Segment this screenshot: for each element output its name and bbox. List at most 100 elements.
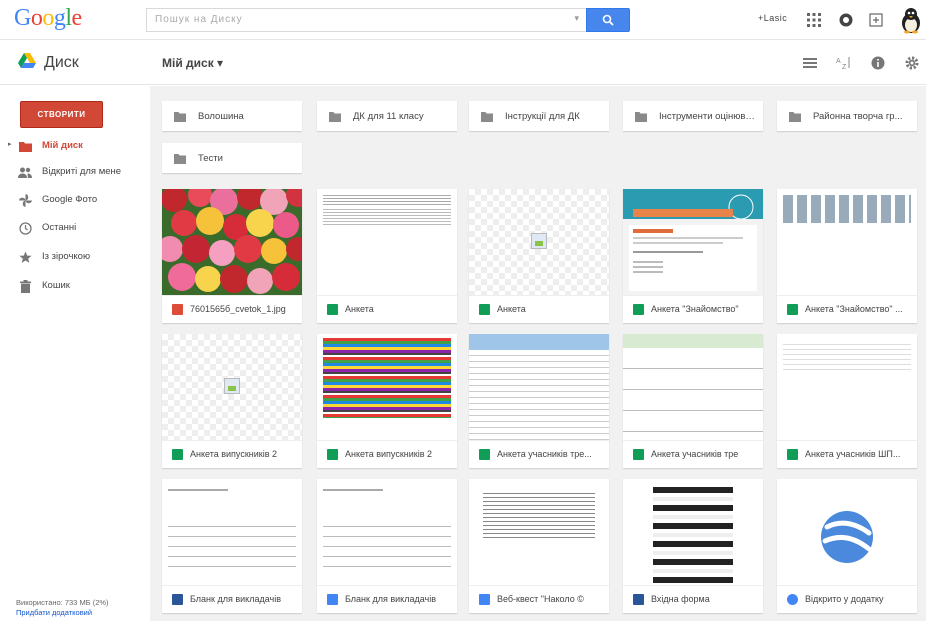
- image-file-icon: [172, 304, 183, 315]
- file-card[interactable]: Вхідна форма: [623, 479, 763, 613]
- spreadsheet-file-icon: [787, 449, 798, 460]
- doc-file-icon: [327, 594, 338, 605]
- word-file-icon: [172, 594, 183, 605]
- file-footer: Анкета випускників 2: [162, 440, 302, 468]
- folder-item[interactable]: Інструкції для ДК: [469, 101, 609, 131]
- file-footer: Анкета учасників ШП...: [777, 440, 917, 468]
- sidebar-item-trash[interactable]: Кошик: [0, 275, 150, 297]
- folder-item[interactable]: Тести: [162, 143, 302, 173]
- folder-icon: [481, 112, 493, 125]
- file-card[interactable]: 7601565б_cvetok_1.jpg: [162, 189, 302, 323]
- search-button[interactable]: [586, 8, 630, 32]
- file-thumbnail: [162, 334, 302, 440]
- file-thumbnail: [777, 334, 917, 440]
- folder-icon: [174, 112, 186, 125]
- file-footer: Анкета випускників 2: [317, 440, 457, 468]
- sidebar-item-recent[interactable]: Останні: [0, 217, 150, 239]
- drive-toolbar: Диск Мій диск ▾ AZ: [0, 41, 926, 85]
- user-name-link[interactable]: +Lasic: [758, 13, 787, 23]
- file-thumbnail: [317, 334, 457, 440]
- expand-arrow-icon[interactable]: ▸: [8, 140, 12, 148]
- file-card[interactable]: Анкета: [317, 189, 457, 323]
- people-icon: [18, 165, 32, 179]
- folder-icon: [635, 112, 647, 125]
- buy-storage-link[interactable]: Придбати додатковий: [16, 608, 109, 618]
- search-icon: [602, 14, 614, 26]
- file-footer: Вхідна форма: [623, 585, 763, 613]
- file-footer: Анкета "Знайомство" ...: [777, 295, 917, 323]
- file-thumbnail: [777, 189, 917, 295]
- folder-item[interactable]: Інструменти оцінювання: [623, 101, 763, 131]
- file-footer: Анкета учасників тре: [623, 440, 763, 468]
- file-card[interactable]: Анкета випускників 2: [317, 334, 457, 468]
- file-thumbnail: [317, 479, 457, 585]
- folder-icon: [329, 112, 341, 125]
- google-earth-icon: [821, 511, 873, 563]
- trash-icon: [18, 279, 32, 293]
- word-file-icon: [633, 594, 644, 605]
- broken-image-icon: [531, 233, 547, 249]
- file-thumbnail: [469, 334, 609, 440]
- sidebar-item-starred[interactable]: Із зірочкою: [0, 246, 150, 268]
- doc-file-icon: [479, 594, 490, 605]
- breadcrumb-my-drive[interactable]: Мій диск ▾: [162, 56, 223, 70]
- file-thumbnail: [777, 479, 917, 585]
- file-card[interactable]: Відкрито у додатку: [777, 479, 917, 613]
- drive-logo-icon[interactable]: [18, 53, 36, 74]
- file-card[interactable]: Анкета "Знайомство" ...: [777, 189, 917, 323]
- file-card[interactable]: Веб-квест "Наколо ©: [469, 479, 609, 613]
- broken-image-icon: [224, 378, 240, 394]
- file-card[interactable]: Анкета "Знайомство": [623, 189, 763, 323]
- app-title[interactable]: Диск: [44, 54, 79, 72]
- folder-icon: [174, 154, 186, 167]
- settings-gear-icon[interactable]: [902, 53, 922, 73]
- file-thumbnail: [623, 189, 763, 295]
- file-thumbnail: [469, 479, 609, 585]
- folder-item[interactable]: Волошина: [162, 101, 302, 131]
- file-card[interactable]: Бланк для викладачів: [317, 479, 457, 613]
- sidebar-item-google-photos[interactable]: Google Фото: [0, 189, 150, 211]
- search-placeholder: Пошук на Диску: [155, 14, 243, 25]
- file-footer: Анкета: [317, 295, 457, 323]
- spreadsheet-file-icon: [327, 304, 338, 315]
- sidebar-item-my-drive[interactable]: ▸ Мій диск: [0, 135, 150, 157]
- search-input[interactable]: Пошук на Диску ▾: [146, 8, 586, 32]
- file-grid: Волошина ДК для 11 класу Інструкції для …: [150, 86, 926, 621]
- file-footer: Анкета "Знайомство": [623, 295, 763, 323]
- apps-grid-icon[interactable]: [804, 10, 824, 30]
- share-plus-icon[interactable]: [866, 10, 886, 30]
- file-footer: 7601565б_cvetok_1.jpg: [162, 295, 302, 323]
- folder-icon: [789, 112, 801, 125]
- file-footer: Анкета: [469, 295, 609, 323]
- star-icon: [18, 250, 32, 264]
- file-thumbnail: [162, 479, 302, 585]
- file-card[interactable]: Анкета учасників ШП...: [777, 334, 917, 468]
- file-card[interactable]: Анкета учасників тре...: [469, 334, 609, 468]
- earth-file-icon: [787, 594, 798, 605]
- file-thumbnail: [623, 479, 763, 585]
- search-options-icon[interactable]: ▾: [574, 13, 580, 24]
- form-file-icon: [633, 304, 644, 315]
- sidebar: СТВОРИТИ ▸ Мій диск Відкриті для мене Go…: [0, 86, 150, 621]
- file-footer: Анкета учасників тре...: [469, 440, 609, 468]
- spreadsheet-file-icon: [787, 304, 798, 315]
- folder-item[interactable]: Районна творча гр...: [777, 101, 917, 131]
- file-card[interactable]: Анкета учасників тре: [623, 334, 763, 468]
- file-card[interactable]: Анкета: [469, 189, 609, 323]
- notifications-icon[interactable]: [836, 10, 856, 30]
- file-footer: Бланк для викладачів: [162, 585, 302, 613]
- file-card[interactable]: Анкета випускників 2: [162, 334, 302, 468]
- spreadsheet-file-icon: [327, 449, 338, 460]
- file-footer: Відкрито у додатку: [777, 585, 917, 613]
- file-card[interactable]: Бланк для викладачів: [162, 479, 302, 613]
- sidebar-item-shared[interactable]: Відкриті для мене: [0, 161, 150, 183]
- create-button[interactable]: СТВОРИТИ: [20, 101, 103, 128]
- google-logo[interactable]: Google: [14, 5, 82, 32]
- sort-az-icon[interactable]: AZ: [834, 53, 854, 73]
- clock-icon: [18, 221, 32, 235]
- spreadsheet-file-icon: [172, 449, 183, 460]
- info-icon[interactable]: [868, 53, 888, 73]
- list-view-icon[interactable]: [800, 53, 820, 73]
- avatar[interactable]: [898, 6, 924, 34]
- folder-item[interactable]: ДК для 11 класу: [317, 101, 457, 131]
